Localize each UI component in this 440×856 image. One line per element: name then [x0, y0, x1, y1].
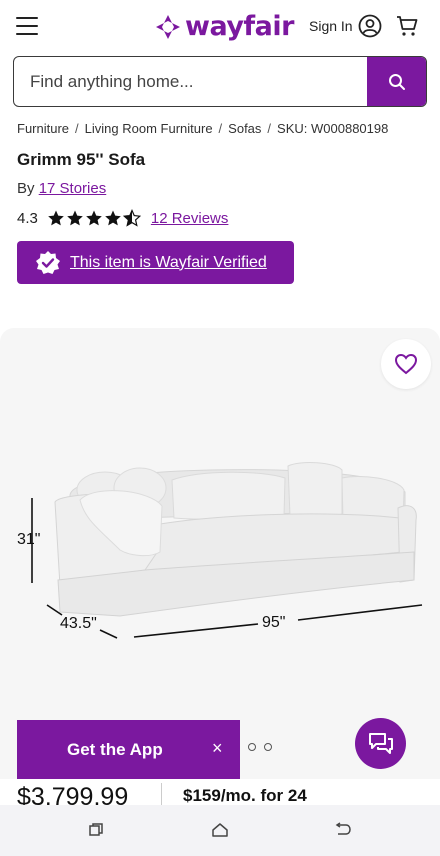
recent-apps-icon[interactable]: [88, 822, 104, 838]
breadcrumb-item-sofas[interactable]: Sofas: [228, 121, 261, 136]
by-prefix: By: [17, 180, 35, 197]
gallery-dot[interactable]: [248, 743, 256, 751]
rating-stars: [47, 209, 141, 227]
star-full-icon: [86, 210, 102, 226]
breadcrumb-separator: /: [218, 121, 223, 136]
dimension-height-label: 31": [17, 531, 41, 548]
back-icon[interactable]: [334, 822, 352, 838]
rating-row: 4.3 12 Reviews: [17, 209, 228, 227]
favorite-button[interactable]: [381, 339, 431, 389]
dimension-depth-label: 43.5": [60, 615, 97, 632]
top-header: wayfair Sign In: [0, 0, 440, 52]
chat-button[interactable]: [355, 718, 406, 769]
sign-in-link[interactable]: Sign In: [309, 18, 353, 34]
close-icon[interactable]: ×: [212, 739, 223, 757]
breadcrumb-item-living-room-furniture[interactable]: Living Room Furniture: [85, 121, 213, 136]
wayfair-logo-icon: [156, 14, 180, 39]
star-full-icon: [48, 210, 64, 226]
get-app-label: Get the App: [67, 739, 163, 759]
verified-check-icon: [36, 250, 60, 274]
cart-icon[interactable]: [395, 14, 419, 38]
search-input[interactable]: [14, 57, 367, 106]
home-icon[interactable]: [211, 822, 229, 838]
rating-value: 4.3: [17, 209, 38, 227]
breadcrumb-separator: /: [75, 121, 79, 136]
verified-label: This item is Wayfair Verified: [70, 253, 267, 271]
gallery-dot[interactable]: [264, 743, 272, 751]
dimension-width-label: 95": [262, 614, 286, 631]
brand-link[interactable]: 17 Stories: [39, 180, 107, 197]
breadcrumb: Furniture / Living Room Furniture / Sofas / SK…: [17, 121, 388, 136]
wayfair-verified-badge[interactable]: This item is Wayfair Verified: [17, 241, 294, 284]
wayfair-logo[interactable]: wayfair: [155, 11, 294, 42]
search-icon: [388, 73, 405, 90]
menu-icon[interactable]: [16, 17, 38, 35]
sku-label: SKU: W000880198: [277, 121, 389, 136]
search-button[interactable]: [367, 57, 426, 106]
user-icon[interactable]: [358, 14, 382, 38]
system-navigation-bar: [0, 805, 440, 856]
star-partial-icon: [122, 209, 141, 227]
star-full-icon: [105, 210, 121, 226]
price-divider: [161, 783, 162, 805]
price: $3,799.99: [17, 783, 129, 805]
monthly-financing[interactable]: $159/mo. for 24: [183, 786, 307, 805]
breadcrumb-item-furniture[interactable]: Furniture: [17, 121, 69, 136]
product-title: Grimm 95'' Sofa: [17, 150, 146, 169]
brand-line: By 17 Stories: [17, 180, 106, 197]
heart-icon: [394, 353, 418, 375]
breadcrumb-separator: /: [267, 121, 272, 136]
star-full-icon: [67, 210, 83, 226]
logo-text: wayfair: [185, 11, 294, 42]
price-row: $3,799.99 $159/mo. for 24: [0, 779, 440, 805]
get-the-app-banner[interactable]: Get the App ×: [17, 720, 240, 779]
search-bar: [13, 56, 427, 107]
reviews-link[interactable]: 12 Reviews: [151, 210, 229, 227]
chat-icon: [368, 732, 393, 754]
